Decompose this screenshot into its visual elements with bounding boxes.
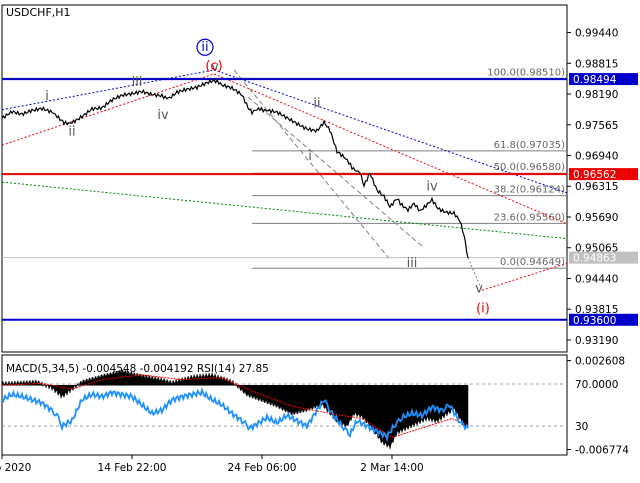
wave-label: iii xyxy=(132,75,143,90)
wave-label: (c) xyxy=(205,59,222,74)
wave-label: v xyxy=(475,282,483,297)
level-price-tag-label: 0.98494 xyxy=(573,74,617,86)
macd-histogram xyxy=(1,369,469,450)
rsi-level-label: 70.0000 xyxy=(575,379,618,391)
indicator-label: MACD(5,34,5) -0.004548 -0.004192 RSI(14)… xyxy=(6,363,269,375)
fib-level-label: 38.2(0.96124) xyxy=(494,185,566,196)
wave-label: ii xyxy=(68,124,75,139)
price-tick-label: 0.99440 xyxy=(575,28,618,40)
main-plot-frame xyxy=(1,4,568,353)
macd-tick-label: 0.002608 xyxy=(575,356,625,368)
price-tick-label: 0.97565 xyxy=(575,120,618,132)
wave-label: ii xyxy=(313,96,320,111)
red-dotted-channel-left xyxy=(1,73,215,146)
price-tick-label: 0.96315 xyxy=(575,181,618,193)
price-tick-label: 0.93815 xyxy=(575,304,618,316)
price-tick-label: 0.94440 xyxy=(575,273,618,285)
chart-title: USDCHF,H1 xyxy=(6,6,71,19)
price-tick-label: 0.95690 xyxy=(575,212,618,224)
level-price-tag-label: 0.96562 xyxy=(573,169,616,181)
wave-label: (i) xyxy=(476,301,490,316)
time-tick-label: 7 Feb 2020 xyxy=(0,462,31,474)
wave-label: i xyxy=(45,89,49,104)
wave-label: iii xyxy=(407,256,418,271)
time-tick-label: 24 Feb 06:00 xyxy=(228,462,297,474)
macd-tick-label: -0.006774 xyxy=(575,445,629,457)
fib-level-label: 100.0(0.98510) xyxy=(487,67,565,78)
fib-level-label: 23.6(0.95560) xyxy=(494,212,566,223)
price-tick-label: 0.98190 xyxy=(575,89,618,101)
gray-trendline-outer xyxy=(233,69,390,259)
wave-label: iv xyxy=(157,108,169,123)
level-price-tag-label: 0.93600 xyxy=(573,315,616,327)
price-tick-label: 0.98815 xyxy=(575,58,618,70)
wave-label: iv xyxy=(426,179,438,194)
fib-level-label: 61.8(0.97035) xyxy=(494,140,566,151)
rsi-level-label: 30 xyxy=(575,421,588,433)
price-tick-label: 0.96940 xyxy=(575,151,618,163)
wave-label: i xyxy=(308,149,312,164)
green-dotted-channel xyxy=(1,181,568,240)
time-tick-label: 2 Mar 14:00 xyxy=(360,462,423,474)
price-tick-label: 0.95065 xyxy=(575,243,618,255)
time-tick-label: 14 Feb 22:00 xyxy=(98,462,167,474)
wave-label: ii xyxy=(201,40,208,55)
price-tick-label: 0.93190 xyxy=(575,335,618,347)
chart-root: 100.0(0.98510) 61.8(0.97035) 50.0(0.96580)… xyxy=(0,0,640,480)
usdchf-price-series xyxy=(1,78,469,258)
fib-level-label: 50.0(0.96580) xyxy=(494,162,566,173)
usdchf-h1-chart: 100.0(0.98510) 61.8(0.97035) 50.0(0.96580)… xyxy=(0,4,638,474)
